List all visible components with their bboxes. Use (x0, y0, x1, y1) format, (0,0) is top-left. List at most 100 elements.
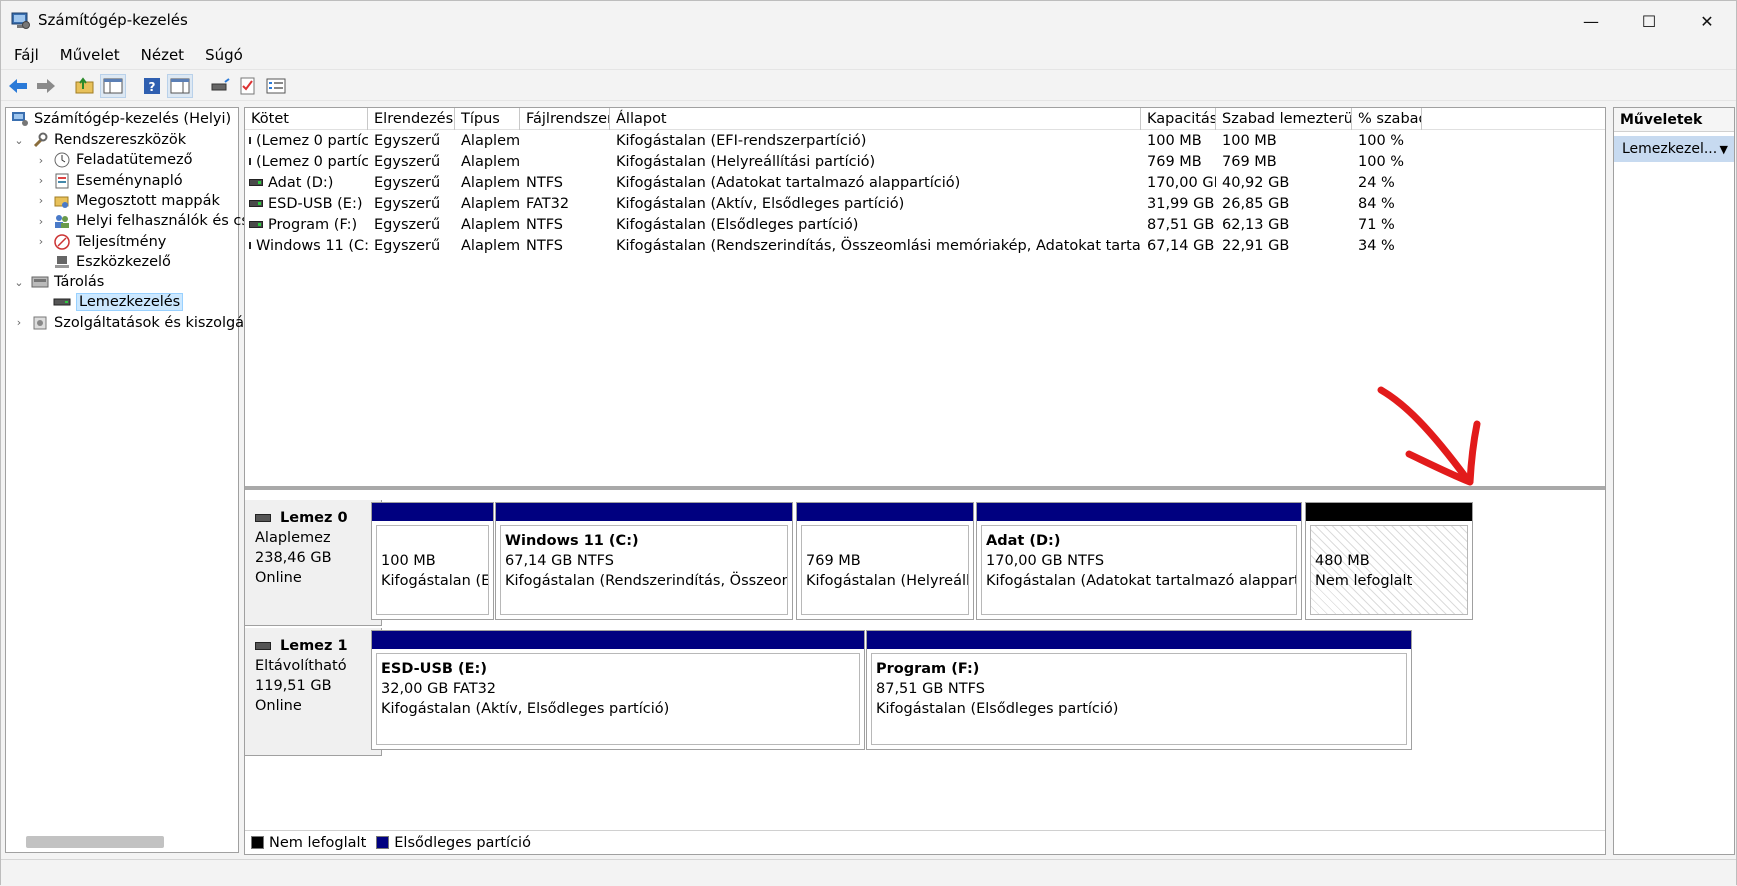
expander-icon[interactable]: › (34, 194, 48, 207)
menu-view[interactable]: Nézet (133, 46, 192, 64)
partition-0-4[interactable]: 480 MB Nem lefoglalt (1305, 502, 1473, 620)
tree-item-label: Teljesítmény (76, 233, 167, 250)
show-hide-action-pane-button[interactable] (167, 74, 193, 98)
volume-cell: Windows 11 (C:) (249, 235, 368, 256)
tree-item-label: Rendszereszközök (54, 132, 187, 148)
partition-status: Kifogástalan (Elsődleges partíció) (876, 701, 1119, 717)
partition-0-0[interactable]: 100 MB Kifogástalan (EFI-rendszerpartíci… (371, 502, 494, 620)
close-button[interactable]: ✕ (1678, 1, 1736, 41)
show-hide-tree-button[interactable] (100, 74, 126, 98)
partition-title (806, 531, 968, 551)
disk-size: 238,46 GB (255, 550, 332, 566)
legend-unallocated-label: Nem lefoglalt (269, 834, 367, 851)
tree-item-1[interactable]: › Feladatütemező (34, 149, 193, 171)
volume-cell-text: Egyszerű (374, 132, 441, 149)
action-disk-management[interactable]: Lemezkezel... ▼ (1614, 136, 1734, 162)
up-folder-button[interactable] (72, 74, 98, 98)
partition-bar (372, 631, 864, 649)
volume-cell: Egyszerű (374, 172, 455, 193)
help-button[interactable]: ? (139, 74, 165, 98)
volume-cell: 769 MB (1147, 151, 1216, 172)
volume-cell: 31,99 GB (1147, 193, 1216, 214)
column-header-7[interactable]: % szabad (1352, 108, 1422, 130)
volume-row[interactable]: Program (F:) Egyszerű Alaplemez NTFS Kifogás… (245, 214, 1605, 235)
column-header-3[interactable]: Fájlrendszer (520, 108, 610, 130)
tools-icon (30, 131, 50, 149)
volume-cell-text: Adat (D:) (268, 174, 334, 191)
expander-icon[interactable]: › (34, 154, 48, 167)
column-header-1[interactable]: Elrendezés (368, 108, 455, 130)
tree-item-5[interactable]: › Teljesítmény (34, 231, 167, 253)
disk-info-1[interactable]: Lemez 1 Eltávolítható 119,51 GB Online (245, 628, 382, 756)
horizontal-scrollbar[interactable] (26, 836, 164, 848)
disk-info-0[interactable]: Lemez 0 Alaplemez 238,46 GB Online (245, 500, 382, 626)
console-tree: Számítógép-kezelés (Helyi) ⌄ Rendszeresz… (5, 107, 355, 853)
partition-0-3[interactable]: Adat (D:) 170,00 GB NTFS Kifogástalan (A… (976, 502, 1302, 620)
expander-icon[interactable]: › (34, 235, 48, 248)
tree-item-2[interactable]: › Eseménynapló (34, 170, 183, 192)
properties-button[interactable] (263, 74, 289, 98)
volume-icon (249, 137, 251, 144)
volume-cell-text: 62,13 GB (1222, 216, 1290, 233)
volume-cell-text: 40,92 GB (1222, 174, 1290, 191)
volume-cell: Kifogástalan (Elsődleges partíció) (616, 214, 1141, 235)
column-header-6[interactable]: Szabad lemezterület (1216, 108, 1352, 130)
volume-cell (526, 151, 610, 172)
title-bar: Számítógép-kezelés — ☐ ✕ (1, 1, 1736, 41)
back-arrow-icon (9, 79, 27, 93)
back-button[interactable] (5, 74, 31, 98)
expander-icon[interactable]: ⌄ (12, 276, 26, 289)
check-button[interactable] (235, 74, 261, 98)
volume-icon (249, 242, 251, 249)
expander-icon[interactable]: › (12, 316, 26, 329)
volume-cell: Kifogástalan (Adatokat tartalmazó alappa… (616, 172, 1141, 193)
partition-bar (1306, 503, 1472, 521)
column-header-2[interactable]: Típus (455, 108, 520, 130)
volume-cell: 26,85 GB (1222, 193, 1352, 214)
annotation-arrow-icon (1377, 386, 1481, 486)
menu-action[interactable]: Művelet (52, 46, 128, 64)
menu-file[interactable]: Fájl (6, 46, 47, 64)
tree-item-label: Lemezkezelés (76, 293, 184, 312)
volume-cell: 71 % (1358, 214, 1422, 235)
forward-button[interactable] (33, 74, 59, 98)
expander-icon[interactable]: › (34, 215, 48, 228)
volume-row[interactable]: Adat (D:) Egyszerű Alaplemez NTFS Kifogástal… (245, 172, 1605, 193)
volume-cell: Adat (D:) (249, 172, 368, 193)
volume-cell: 22,91 GB (1222, 235, 1352, 256)
tree-root[interactable]: Számítógép-kezelés (Helyi) (6, 108, 231, 130)
volume-row[interactable]: Windows 11 (C:) Egyszerű Alaplemez NTFS Kifo… (245, 235, 1605, 256)
forward-arrow-icon (37, 79, 55, 93)
tree-item-6[interactable]: Eszközkezelő (34, 251, 171, 273)
volume-cell-text: 100 MB (1147, 132, 1202, 149)
tree-item-label: Eseménynapló (76, 172, 183, 189)
column-header-5[interactable]: Kapacitás (1141, 108, 1216, 130)
menu-help[interactable]: Súgó (197, 46, 251, 64)
volume-row[interactable]: (Lemez 0 partíció 4) Egyszerű Alaplemez Kif… (245, 151, 1605, 172)
expander-icon[interactable]: › (34, 174, 48, 187)
volume-cell-text: 71 % (1358, 216, 1395, 233)
expander-icon[interactable]: ⌄ (12, 134, 26, 147)
connect-drive-button[interactable] (207, 74, 233, 98)
volume-cell-text: Kifogástalan (EFI-rendszerpartíció) (616, 132, 867, 149)
minimize-button[interactable]: — (1562, 1, 1620, 41)
column-header-4[interactable]: Állapot (610, 108, 1141, 130)
partition-0-2[interactable]: 769 MB Kifogástalan (Helyreállítási part… (796, 502, 974, 620)
volume-cell: Alaplemez (461, 214, 520, 235)
tree-item-7[interactable]: ⌄ Tárolás (12, 271, 104, 293)
volume-cell-text: 87,51 GB (1147, 216, 1215, 233)
partition-1-1[interactable]: Program (F:) 87,51 GB NTFS Kifogástalan … (866, 630, 1412, 750)
tree-item-8[interactable]: Lemezkezelés (34, 291, 184, 313)
tree-item-3[interactable]: › Megosztott mappák (34, 190, 220, 212)
disk-name: Lemez 0 (255, 508, 381, 528)
volume-row[interactable]: ESD-USB (E:) Egyszerű Alaplemez FAT32 Kifogá… (245, 193, 1605, 214)
tree-item-0[interactable]: ⌄ Rendszereszközök (12, 129, 186, 151)
maximize-button[interactable]: ☐ (1620, 1, 1678, 41)
partition-1-0[interactable]: ESD-USB (E:) 32,00 GB FAT32 Kifogástalan… (371, 630, 865, 750)
volume-cell: ESD-USB (E:) (249, 193, 368, 214)
column-header-0[interactable]: Kötet (245, 108, 368, 130)
partition-0-1[interactable]: Windows 11 (C:) 67,14 GB NTFS Kifogástal… (495, 502, 793, 620)
volume-cell: 100 % (1358, 151, 1422, 172)
volume-row[interactable]: (Lemez 0 partíció 1) Egyszerű Alaplemez Kif… (245, 130, 1605, 151)
volume-cell: NTFS (526, 172, 610, 193)
